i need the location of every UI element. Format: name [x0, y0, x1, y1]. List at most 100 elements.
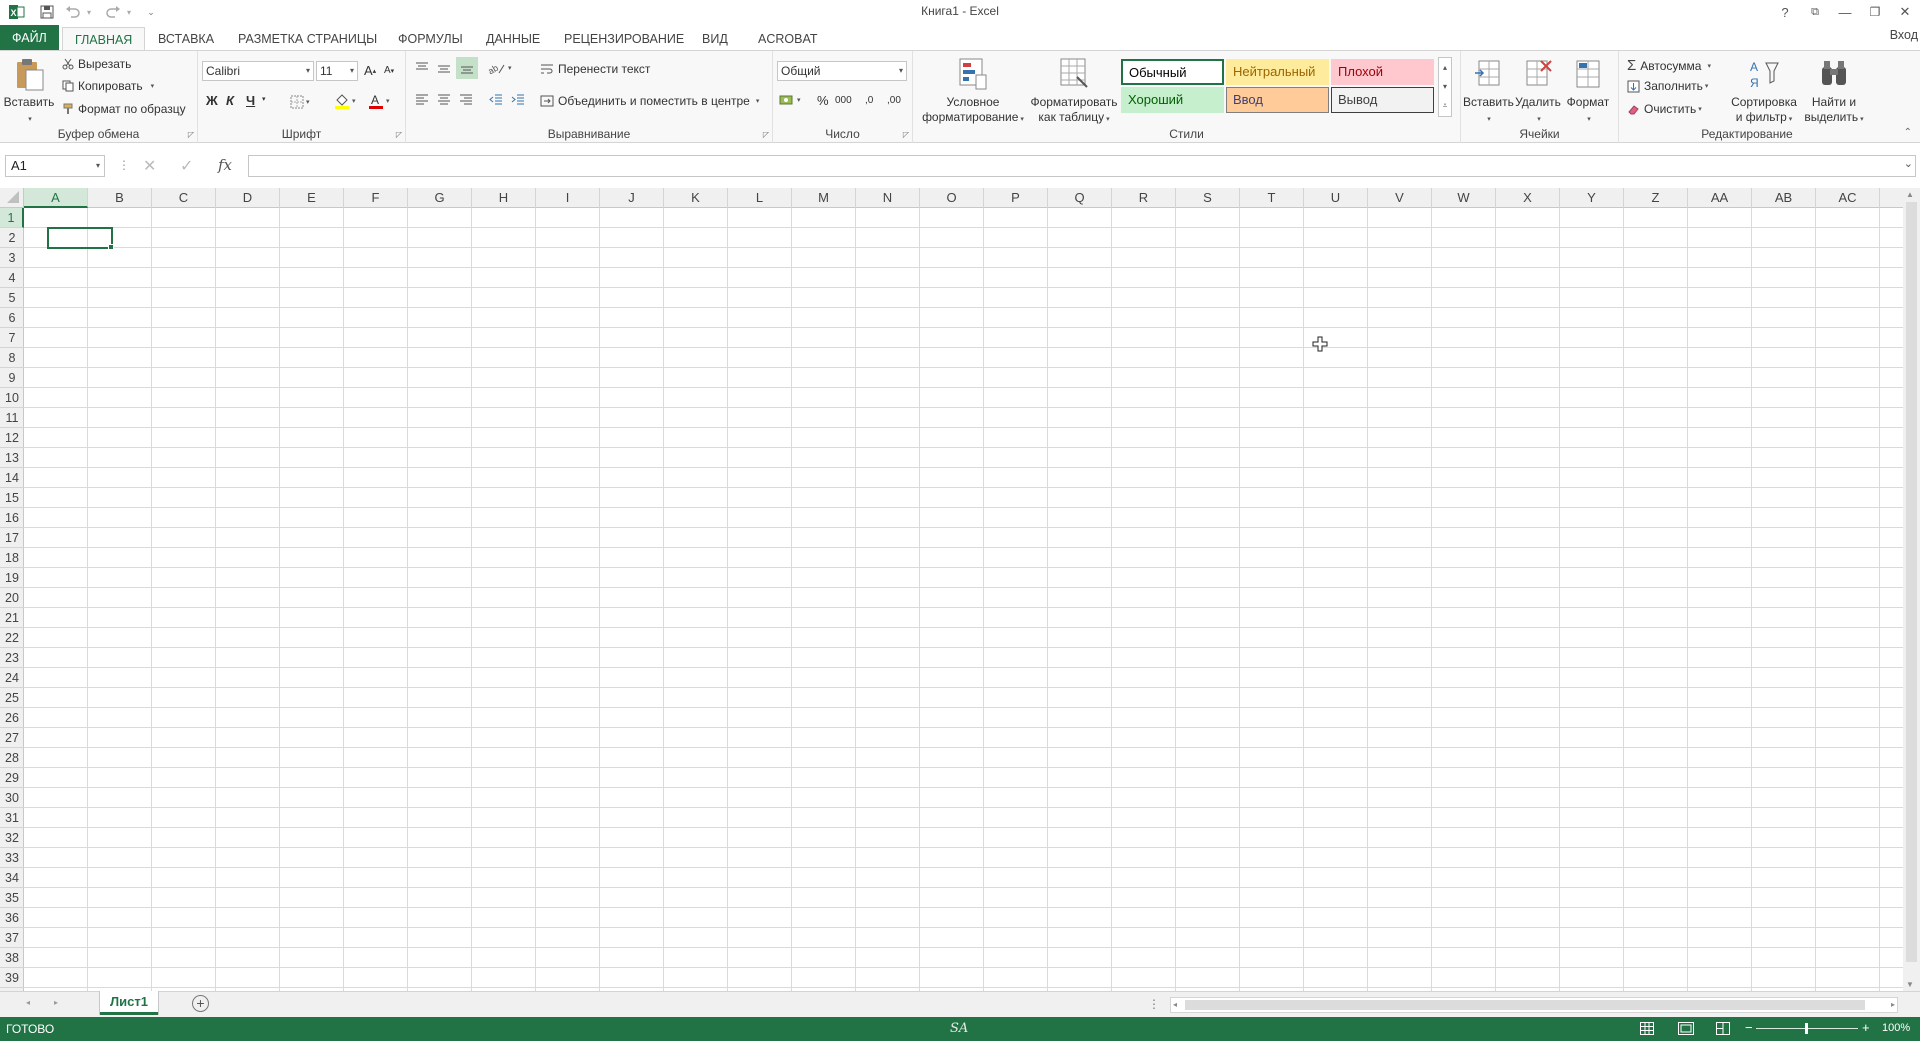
format-painter-button[interactable]: Формат по образцу — [62, 102, 186, 116]
row-header[interactable]: 10 — [0, 388, 24, 408]
column-header[interactable]: W — [1432, 188, 1496, 208]
sort-filter-button[interactable]: АЯ Сортировка и фильтр ▾ — [1727, 57, 1801, 127]
page-break-view-icon[interactable] — [1716, 1022, 1730, 1035]
row-header[interactable]: 20 — [0, 588, 24, 608]
tab-page-layout[interactable]: РАЗМЕТКА СТРАНИЦЫ — [226, 27, 389, 51]
align-right-icon[interactable] — [458, 93, 474, 107]
tab-home[interactable]: ГЛАВНАЯ — [62, 27, 146, 51]
column-header[interactable]: X — [1496, 188, 1560, 208]
merge-center-button[interactable]: Объединить и поместить в центре ▾ — [540, 94, 759, 108]
row-header[interactable]: 33 — [0, 848, 24, 868]
row-header[interactable]: 32 — [0, 828, 24, 848]
zoom-level[interactable]: 100% — [1882, 1022, 1910, 1034]
column-header[interactable]: K — [664, 188, 728, 208]
style-input[interactable]: Ввод — [1226, 87, 1329, 113]
column-header[interactable]: U — [1304, 188, 1368, 208]
tab-formulas[interactable]: ФОРМУЛЫ — [386, 27, 475, 51]
row-header[interactable]: 31 — [0, 808, 24, 828]
align-center-icon[interactable] — [436, 93, 452, 107]
row-header[interactable]: 6 — [0, 308, 24, 328]
row-header[interactable]: 14 — [0, 468, 24, 488]
italic-button[interactable]: К — [226, 93, 234, 108]
fill-color-icon[interactable]: ▾ — [334, 93, 356, 109]
row-header[interactable]: 2 — [0, 228, 24, 248]
cut-button[interactable]: Вырезать — [62, 57, 131, 71]
style-good[interactable]: Хороший — [1121, 87, 1224, 113]
collapse-ribbon-icon[interactable]: ⌃ — [1904, 127, 1912, 138]
row-header[interactable]: 8 — [0, 348, 24, 368]
scroll-left-icon[interactable]: ◂ — [1173, 1000, 1177, 1009]
maximize-icon[interactable]: ❐ — [1860, 0, 1890, 24]
font-size-select[interactable]: 11 ▾ — [316, 61, 358, 81]
ribbon-display-options-icon[interactable]: ⧉ — [1800, 0, 1830, 24]
borders-icon[interactable]: ▾ — [290, 95, 310, 109]
next-sheet-icon[interactable]: ▸ — [54, 998, 58, 1007]
row-header[interactable]: 24 — [0, 668, 24, 688]
row-header[interactable]: 28 — [0, 748, 24, 768]
font-color-icon[interactable]: A ▾ — [368, 93, 390, 109]
enter-entry-icon[interactable]: ✓ — [180, 156, 193, 176]
column-header[interactable]: T — [1240, 188, 1304, 208]
increase-decimal-button[interactable]: ,0 — [865, 95, 873, 106]
increase-indent-icon[interactable] — [510, 93, 526, 107]
zoom-slider-thumb[interactable] — [1805, 1023, 1808, 1034]
column-header[interactable]: B — [88, 188, 152, 208]
sheet-tab[interactable]: Лист1 — [100, 991, 158, 1015]
close-icon[interactable]: ✕ — [1890, 0, 1920, 24]
tab-insert[interactable]: ВСТАВКА — [146, 27, 226, 51]
row-header[interactable]: 35 — [0, 888, 24, 908]
style-output[interactable]: Вывод — [1331, 87, 1434, 113]
row-header[interactable]: 30 — [0, 788, 24, 808]
row-header[interactable]: 11 — [0, 408, 24, 428]
column-header[interactable]: AC — [1816, 188, 1880, 208]
column-header[interactable]: V — [1368, 188, 1432, 208]
normal-view-icon[interactable] — [1640, 1022, 1654, 1035]
grow-font-button[interactable]: A ▴ — [364, 63, 376, 78]
tab-acrobat[interactable]: ACROBAT — [746, 27, 830, 51]
number-format-select[interactable]: Общий ▾ — [777, 61, 907, 81]
alignment-launcher-icon[interactable]: ◸ — [763, 130, 769, 139]
row-header[interactable]: 23 — [0, 648, 24, 668]
column-header[interactable]: D — [216, 188, 280, 208]
name-box[interactable]: A1 ▾ — [5, 155, 105, 177]
row-header[interactable]: 39 — [0, 968, 24, 988]
number-launcher-icon[interactable]: ◸ — [903, 130, 909, 139]
column-header[interactable]: H — [472, 188, 536, 208]
paste-button[interactable]: Вставить ▾ — [2, 57, 56, 127]
orientation-icon[interactable]: ab ▾ — [488, 61, 512, 75]
row-header[interactable]: 21 — [0, 608, 24, 628]
currency-icon[interactable]: ▾ — [779, 93, 801, 107]
row-header[interactable]: 26 — [0, 708, 24, 728]
cells-area[interactable] — [24, 208, 1903, 991]
row-header[interactable]: 37 — [0, 928, 24, 948]
horizontal-scrollbar[interactable]: ◂ ▸ — [1170, 997, 1898, 1013]
format-cells-button[interactable]: Формат ▾ — [1563, 57, 1613, 127]
align-middle-icon[interactable] — [436, 61, 452, 75]
sign-in-link[interactable]: Вход — [1890, 28, 1920, 42]
column-header[interactable]: Y — [1560, 188, 1624, 208]
column-header[interactable]: A — [24, 188, 88, 208]
align-top-icon[interactable] — [414, 61, 430, 75]
column-header[interactable]: R — [1112, 188, 1176, 208]
row-header[interactable]: 1 — [0, 208, 24, 228]
column-header[interactable]: L — [728, 188, 792, 208]
shrink-font-button[interactable]: A ▾ — [384, 65, 394, 76]
underline-dropdown-icon[interactable]: ▾ — [262, 95, 266, 103]
row-header[interactable]: 5 — [0, 288, 24, 308]
decrease-decimal-button[interactable]: ,00 — [887, 95, 901, 106]
wrap-text-button[interactable]: Перенести текст — [540, 62, 650, 76]
underline-button[interactable]: Ч — [246, 93, 255, 108]
row-header[interactable]: 29 — [0, 768, 24, 788]
scroll-down-icon[interactable]: ▼ — [1906, 980, 1914, 989]
percent-button[interactable]: % — [817, 93, 829, 108]
vertical-scroll-thumb[interactable] — [1906, 202, 1917, 962]
row-header[interactable]: 7 — [0, 328, 24, 348]
row-header[interactable]: 9 — [0, 368, 24, 388]
row-header[interactable]: 22 — [0, 628, 24, 648]
styles-gallery-scroll[interactable]: ▴ ▾ ⩡ — [1438, 57, 1452, 117]
column-header[interactable]: N — [856, 188, 920, 208]
style-normal[interactable]: Обычный — [1121, 59, 1224, 85]
prev-sheet-icon[interactable]: ◂ — [26, 998, 30, 1007]
page-layout-view-icon[interactable] — [1678, 1022, 1694, 1035]
zoom-in-icon[interactable]: + — [1862, 1020, 1870, 1035]
